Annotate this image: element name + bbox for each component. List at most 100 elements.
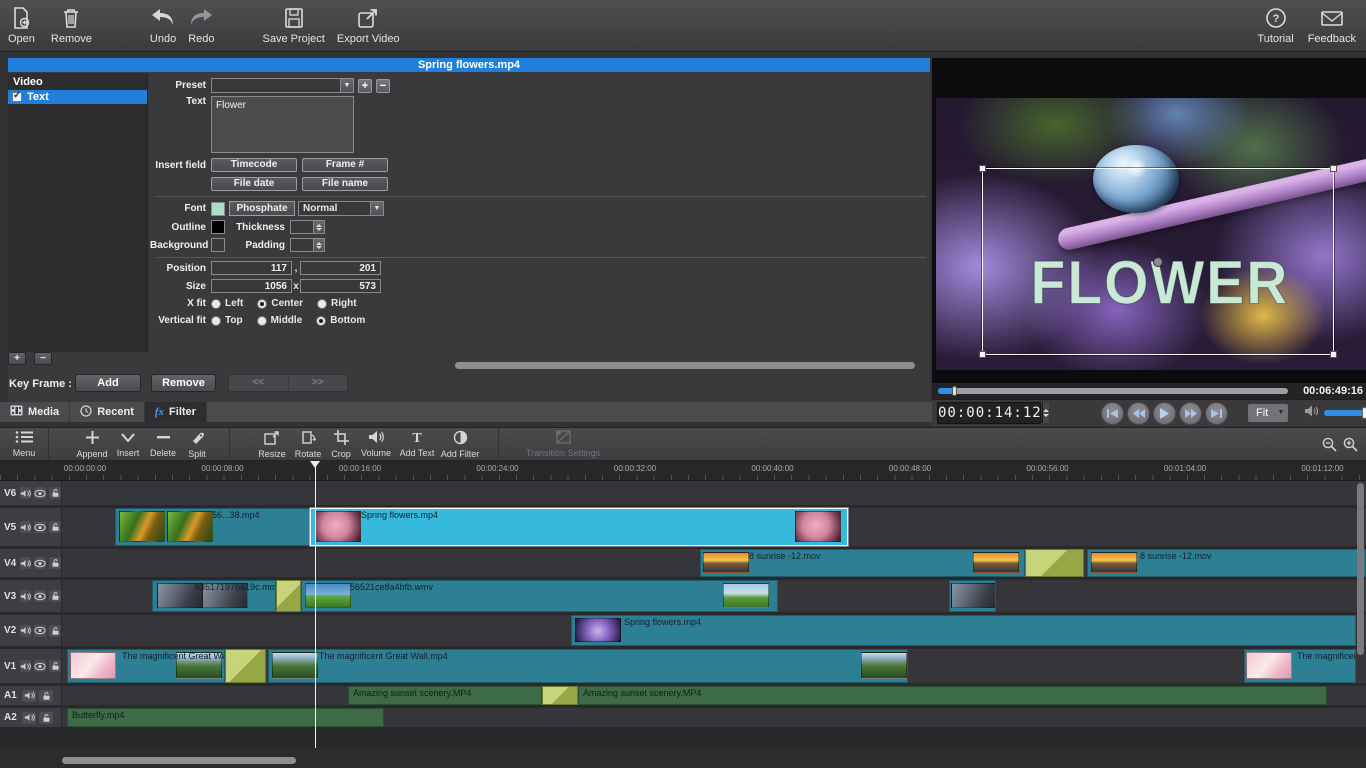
font-color-swatch[interactable]: [211, 201, 225, 216]
radio-circle-icon[interactable]: [317, 298, 328, 309]
eye-icon[interactable]: [34, 624, 47, 637]
stepper-arrows-icon[interactable]: [313, 220, 325, 234]
eye-icon[interactable]: [34, 557, 47, 569]
zoom-in-icon[interactable]: [1343, 437, 1358, 457]
volume-icon[interactable]: [19, 624, 32, 637]
redo-button[interactable]: Redo: [188, 2, 214, 50]
size-height-field[interactable]: 573: [300, 279, 381, 293]
open-button[interactable]: Open: [8, 2, 35, 50]
audio-clip[interactable]: Butterfly.mp4: [67, 708, 384, 727]
append-button[interactable]: Append: [73, 428, 111, 460]
transition-clip[interactable]: [225, 649, 266, 683]
video-clip[interactable]: [949, 580, 996, 612]
lock-icon[interactable]: [49, 590, 61, 602]
video-clip[interactable]: 56...38.mp4: [115, 508, 311, 546]
outline-color-swatch[interactable]: [211, 220, 225, 234]
volume-icon[interactable]: [19, 557, 32, 569]
radio-circle-icon[interactable]: [256, 315, 267, 326]
eye-icon[interactable]: [34, 521, 47, 533]
radio-left[interactable]: Left: [211, 298, 243, 309]
video-clip[interactable]: 56521ce8a4bfb.wmv: [301, 580, 778, 612]
padding-value[interactable]: [290, 238, 313, 252]
timeline-menu-button[interactable]: Menu: [6, 428, 42, 460]
volume-icon[interactable]: [22, 689, 36, 702]
resize-handle-sw[interactable]: [979, 351, 986, 358]
lock-icon[interactable]: [49, 487, 61, 499]
add-layer-button[interactable]: +: [8, 352, 26, 365]
insert-button[interactable]: Insert: [111, 428, 145, 460]
video-clip[interactable]: The magnificent Great Wall.mp4: [67, 649, 225, 683]
radio-circle-icon[interactable]: [257, 298, 268, 309]
move-handle[interactable]: [1153, 256, 1163, 267]
tab-filter[interactable]: fx Filter: [144, 402, 207, 422]
insert-file-name-button[interactable]: File name: [302, 177, 388, 191]
remove-button[interactable]: Remove: [51, 2, 92, 50]
rotate-button[interactable]: Rotate: [290, 428, 326, 460]
video-clip[interactable]: The magnificent Great Wall.mp4: [268, 649, 908, 683]
transition-clip[interactable]: [542, 686, 578, 705]
radio-right[interactable]: Right: [317, 298, 357, 309]
lock-icon[interactable]: [49, 624, 61, 637]
radio-circle-icon[interactable]: [316, 315, 327, 326]
timecode-stepper[interactable]: [1041, 403, 1049, 423]
radio-bottom[interactable]: Bottom: [316, 315, 365, 326]
save-project-button[interactable]: Save Project: [262, 2, 325, 50]
rewind-button[interactable]: [1127, 401, 1150, 425]
chevron-down-icon[interactable]: ▼: [340, 78, 354, 93]
skip-start-button[interactable]: [1101, 401, 1124, 425]
volume-icon[interactable]: [22, 711, 36, 724]
insert-file-date-button[interactable]: File date: [211, 177, 297, 191]
volume-icon[interactable]: [19, 521, 32, 533]
timeline-horizontal-scrollbar[interactable]: [62, 757, 296, 764]
lock-icon[interactable]: [39, 711, 53, 724]
video-clip[interactable]: 8 sunrise -12.mov: [1087, 549, 1366, 577]
insert-frame--button[interactable]: Frame #: [302, 158, 388, 172]
radio-middle[interactable]: Middle: [256, 315, 302, 326]
split-button[interactable]: Split: [181, 428, 213, 460]
add-filter-button[interactable]: Add Filter: [438, 428, 482, 460]
layer-checkbox[interactable]: [12, 90, 22, 102]
thickness-stepper[interactable]: [290, 220, 325, 234]
font-style-dropdown[interactable]: Normal ▼: [298, 201, 384, 216]
volume-button[interactable]: Volume: [356, 428, 396, 460]
volume-icon[interactable]: [19, 590, 32, 602]
add-text-button[interactable]: T Add Text: [396, 428, 438, 460]
insert-timecode-button[interactable]: Timecode: [211, 158, 297, 172]
layer-item-text[interactable]: Text: [8, 90, 147, 104]
timeline-ruler[interactable]: 00:00:00:00 00:00:08:00 00:00:16:00 00:00:2…: [0, 461, 1366, 481]
volume-handle[interactable]: [1362, 407, 1366, 419]
audio-clip[interactable]: Amazing sunset scenery.MP4: [578, 686, 1327, 705]
keyframe-add-button[interactable]: Add: [75, 374, 141, 392]
zoom-out-icon[interactable]: [1322, 437, 1337, 457]
eye-icon[interactable]: [34, 590, 47, 602]
properties-scrollbar[interactable]: [455, 362, 915, 369]
font-name-button[interactable]: Phosphate: [229, 201, 295, 216]
resize-handle-se[interactable]: [1330, 351, 1337, 358]
video-clip[interactable]: 8 sunrise -12.mov: [700, 549, 1025, 577]
background-color-swatch[interactable]: [211, 238, 225, 252]
preset-remove-button[interactable]: −: [376, 78, 390, 93]
seek-handle[interactable]: [952, 386, 957, 396]
eye-icon[interactable]: [34, 487, 47, 499]
resize-button[interactable]: Resize: [254, 428, 290, 460]
keyframe-remove-button[interactable]: Remove: [151, 374, 216, 392]
keyframe-next-button[interactable]: >>: [289, 375, 348, 391]
fast-forward-button[interactable]: [1179, 401, 1202, 425]
volume-icon[interactable]: [19, 660, 32, 672]
lock-icon[interactable]: [49, 521, 61, 533]
video-clip[interactable]: 535171976a19c.mov: [152, 580, 276, 612]
radio-circle-icon[interactable]: [211, 315, 221, 326]
transition-clip[interactable]: [1025, 549, 1084, 577]
text-input[interactable]: Flower: [211, 96, 354, 153]
tutorial-button[interactable]: ? Tutorial: [1257, 2, 1294, 50]
radio-circle-icon[interactable]: [211, 298, 221, 309]
playhead[interactable]: [310, 461, 320, 748]
position-x-field[interactable]: 117: [211, 261, 292, 275]
text-selection-box[interactable]: [979, 165, 1337, 358]
resize-handle-nw[interactable]: [979, 165, 986, 172]
lock-icon[interactable]: [49, 557, 61, 569]
lock-icon[interactable]: [39, 689, 53, 702]
delete-button[interactable]: Delete: [145, 428, 181, 460]
video-clip[interactable]: Spring flowers.mp4: [310, 508, 848, 546]
radio-center[interactable]: Center: [257, 298, 303, 309]
